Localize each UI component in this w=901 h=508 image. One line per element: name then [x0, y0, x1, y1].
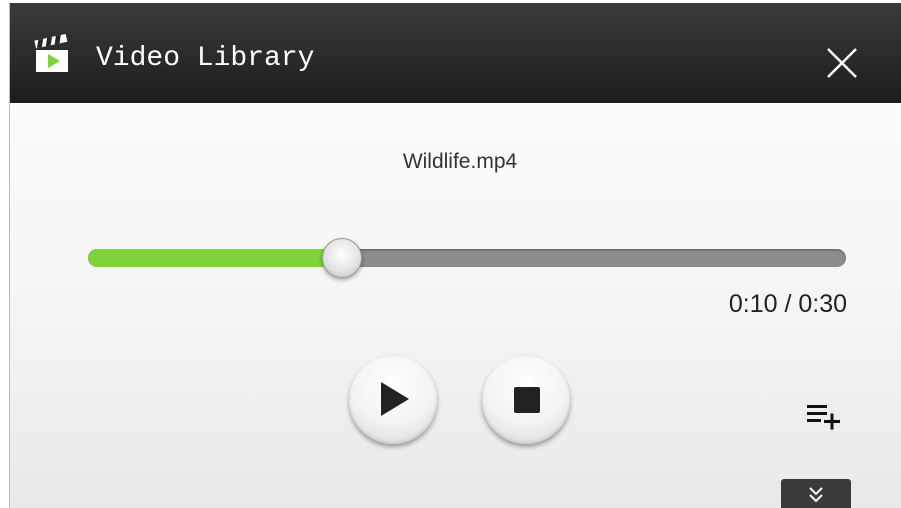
time-display: 0:10 / 0:30 [728, 290, 847, 318]
window-title: Video Library [96, 43, 315, 74]
progress-track [88, 249, 846, 267]
progress-bar[interactable] [88, 238, 846, 278]
play-button[interactable] [349, 356, 437, 444]
video-library-window: Video Library Wildlife.mp4 0:10 / 0:30 [9, 3, 901, 508]
play-icon [381, 382, 409, 416]
expand-button[interactable] [781, 479, 851, 508]
playlist-add-icon[interactable] [805, 400, 845, 434]
progress-fill [88, 249, 341, 267]
stop-icon [514, 387, 540, 413]
stop-button[interactable] [482, 356, 570, 444]
seek-handle[interactable] [321, 238, 362, 278]
clapperboard-play-icon [34, 34, 68, 72]
title-bar: Video Library [10, 3, 901, 103]
close-icon[interactable] [822, 43, 862, 83]
double-chevron-down-icon [809, 487, 823, 503]
file-name: Wildlife.mp4 [402, 150, 518, 173]
